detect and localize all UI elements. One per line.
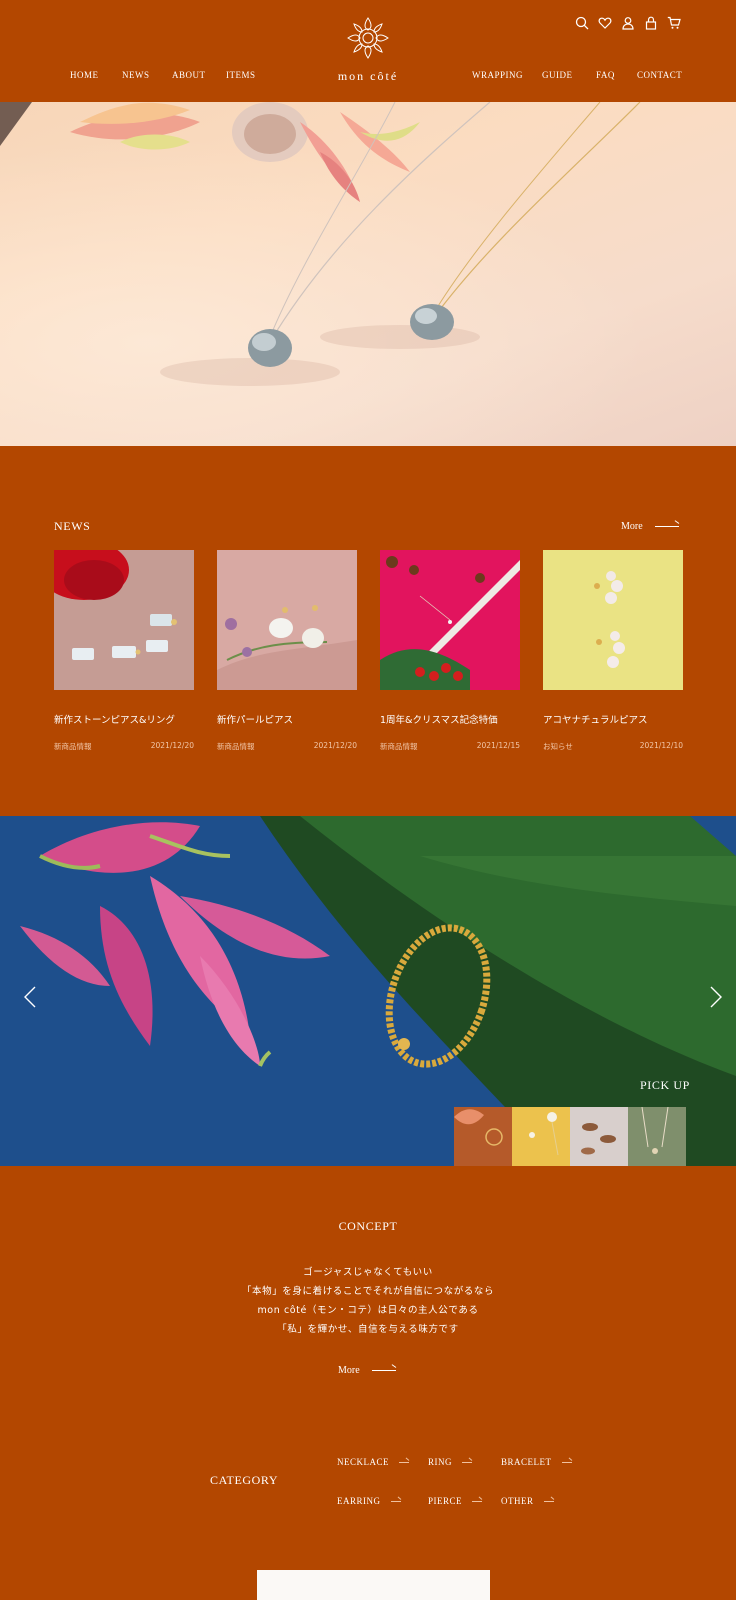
news-card-title: 新作ストーンピアス&リング bbox=[54, 715, 175, 726]
slider-next-arrow-icon[interactable] bbox=[706, 985, 726, 1009]
lock-icon[interactable] bbox=[644, 16, 658, 30]
category-link-other[interactable]: OTHER bbox=[501, 1496, 554, 1506]
thumb-bracelet-gray bbox=[570, 1107, 628, 1166]
heart-icon[interactable] bbox=[598, 16, 612, 30]
concept-line: 「私」を輝かせ、自信を与える味方です bbox=[277, 1324, 459, 1335]
news-card-category: 新商品情報 bbox=[217, 742, 255, 751]
arrow-right-icon bbox=[543, 1500, 554, 1502]
arrow-right-icon bbox=[462, 1461, 472, 1463]
thumb-ring-orange bbox=[454, 1107, 512, 1166]
hero-image bbox=[0, 102, 736, 446]
news-more-label: More bbox=[621, 521, 643, 532]
nav-wrapping[interactable]: WRAPPING bbox=[472, 70, 523, 80]
arrow-right-icon bbox=[371, 1370, 396, 1371]
news-card-title: 1周年&クリスマス記念特価 bbox=[380, 715, 498, 726]
news-card-meta: 新商品情報 2021/12/20 bbox=[54, 741, 194, 752]
nav-about[interactable]: ABOUT bbox=[172, 70, 206, 80]
nav-faq[interactable]: FAQ bbox=[596, 70, 615, 80]
news-card[interactable]: 1周年&クリスマス記念特価 新商品情報 2021/12/15 bbox=[380, 550, 520, 752]
concept-line: mon côté（モン・コテ）は日々の主人公である bbox=[257, 1305, 479, 1316]
news-card-category: 新商品情報 bbox=[54, 742, 92, 751]
category-label: PIERCE bbox=[428, 1496, 463, 1506]
news-card-category: 新商品情報 bbox=[380, 742, 418, 751]
pickup-thumb[interactable] bbox=[628, 1107, 686, 1166]
category-link-bracelet[interactable]: BRACELET bbox=[501, 1457, 572, 1467]
nav-guide[interactable]: GUIDE bbox=[542, 70, 573, 80]
concept-more-link[interactable]: More bbox=[338, 1365, 396, 1376]
category-link-pierce[interactable]: PIERCE bbox=[428, 1496, 483, 1506]
news-card[interactable]: 新作ストーンピアス&リング 新商品情報 2021/12/20 bbox=[54, 550, 194, 752]
slider-prev-arrow-icon[interactable] bbox=[20, 985, 40, 1009]
nav-items[interactable]: ITEMS bbox=[226, 70, 256, 80]
category-label: RING bbox=[428, 1457, 452, 1467]
nav-news[interactable]: NEWS bbox=[122, 70, 150, 80]
stone-earrings-photo bbox=[54, 550, 194, 690]
cart-icon[interactable] bbox=[667, 16, 681, 30]
category-label: OTHER bbox=[501, 1496, 534, 1506]
arrow-right-icon bbox=[654, 526, 679, 527]
mandala-logo-icon bbox=[347, 17, 389, 59]
news-more-link[interactable]: More bbox=[621, 521, 679, 532]
category-label: EARRING bbox=[337, 1496, 381, 1506]
category-label: BRACELET bbox=[501, 1457, 552, 1467]
next-section-image bbox=[257, 1570, 490, 1600]
news-card-date: 2021/12/20 bbox=[150, 741, 194, 750]
nav-contact[interactable]: CONTACT bbox=[637, 70, 682, 80]
pearl-necklaces-illustration bbox=[0, 102, 641, 386]
christmas-campaign-photo bbox=[380, 550, 520, 690]
category-label: NECKLACE bbox=[337, 1457, 389, 1467]
concept-title: CONCEPT bbox=[338, 1219, 398, 1233]
site-logo[interactable]: mon côté bbox=[332, 16, 404, 84]
user-icon[interactable] bbox=[621, 16, 635, 30]
arrow-right-icon bbox=[472, 1500, 483, 1502]
news-title: NEWS bbox=[54, 519, 91, 533]
category-title: CATEGORY bbox=[210, 1473, 279, 1487]
thumb-earring-yellow bbox=[512, 1107, 570, 1166]
pickup-label: PICK UP bbox=[640, 1078, 690, 1092]
news-card-image bbox=[217, 550, 357, 690]
category-link-necklace[interactable]: NECKLACE bbox=[337, 1457, 409, 1467]
news-card-image bbox=[543, 550, 683, 690]
news-card-date: 2021/12/15 bbox=[476, 741, 520, 750]
pickup-thumb[interactable] bbox=[512, 1107, 570, 1166]
news-card[interactable]: アコヤナチュラルピアス お知らせ 2021/12/10 bbox=[543, 550, 683, 752]
site-header: HOME NEWS ABOUT ITEMS mon côté WRAPPING … bbox=[0, 0, 736, 102]
pickup-thumb[interactable] bbox=[454, 1107, 512, 1166]
arrow-right-icon bbox=[390, 1500, 401, 1502]
news-card-title: 新作パールピアス bbox=[217, 715, 294, 726]
concept-line: 「本物」を身に着けることでそれが自信につながるなら bbox=[241, 1286, 495, 1297]
category-link-ring[interactable]: RING bbox=[428, 1457, 472, 1467]
news-card-title: アコヤナチュラルピアス bbox=[543, 715, 648, 726]
akoya-pierce-photo bbox=[543, 550, 683, 690]
news-card-image bbox=[54, 550, 194, 690]
nav-home[interactable]: HOME bbox=[70, 70, 99, 80]
category-link-earring[interactable]: EARRING bbox=[337, 1496, 401, 1506]
arrow-right-icon bbox=[399, 1461, 409, 1463]
news-card-image bbox=[380, 550, 520, 690]
search-icon[interactable] bbox=[575, 16, 589, 30]
news-card[interactable]: 新作パールピアス 新商品情報 2021/12/20 bbox=[217, 550, 357, 752]
concept-line: ゴージャスじゃなくてもいい bbox=[303, 1267, 433, 1278]
news-card-date: 2021/12/10 bbox=[639, 741, 683, 750]
news-card-meta: お知らせ 2021/12/10 bbox=[543, 741, 683, 752]
concept-more-label: More bbox=[338, 1365, 360, 1376]
arrow-right-icon bbox=[561, 1461, 572, 1463]
news-card-meta: 新商品情報 2021/12/15 bbox=[380, 741, 520, 752]
thumb-necklace-green bbox=[628, 1107, 686, 1166]
brand-wordmark: mon côté bbox=[337, 69, 399, 83]
pickup-thumb[interactable] bbox=[570, 1107, 628, 1166]
pearl-pierce-photo bbox=[217, 550, 357, 690]
news-card-meta: 新商品情報 2021/12/20 bbox=[217, 741, 357, 752]
news-card-category: お知らせ bbox=[543, 742, 573, 751]
news-card-date: 2021/12/20 bbox=[313, 741, 357, 750]
